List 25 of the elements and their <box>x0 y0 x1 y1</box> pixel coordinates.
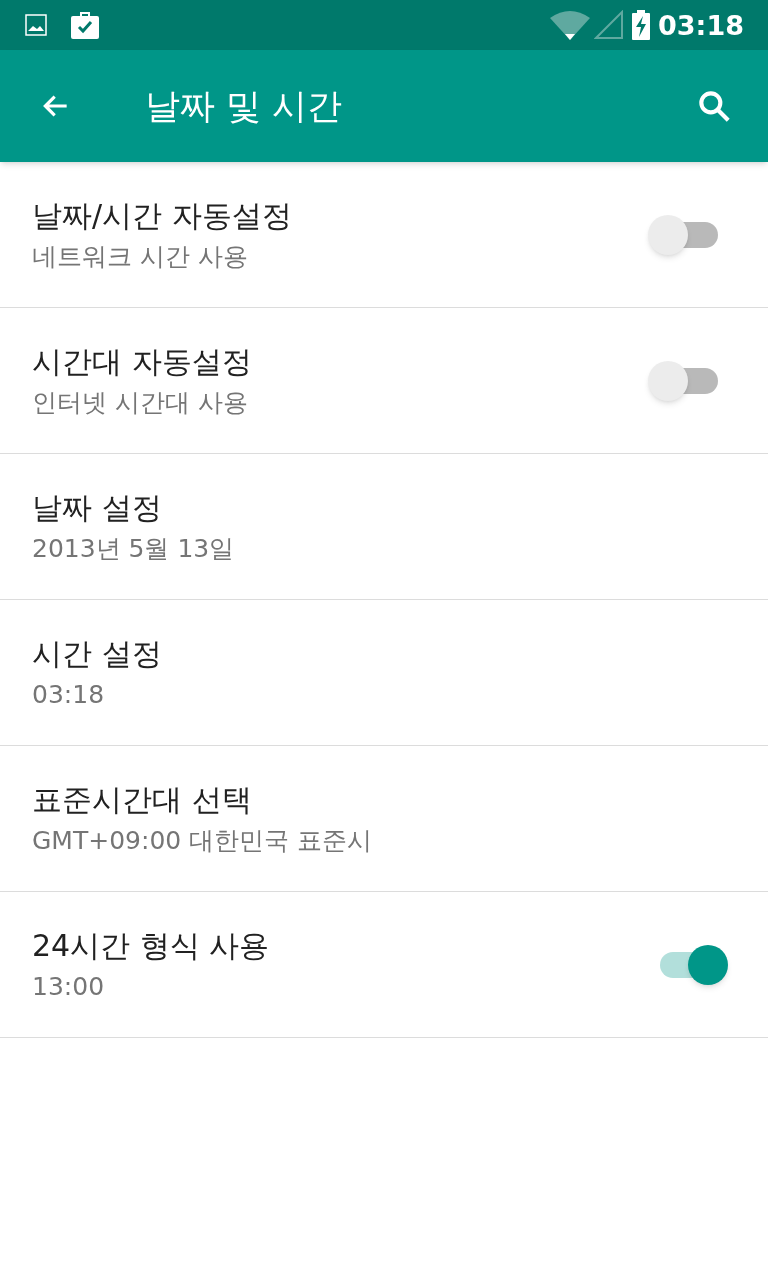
setting-summary: 2013년 5월 13일 <box>32 532 236 564</box>
settings-row[interactable]: 표준시간대 선택 GMT+09:00 대한민국 표준시 <box>0 746 768 892</box>
setting-title: 24시간 형식 사용 <box>32 927 271 965</box>
settings-row[interactable]: 시간대 자동설정 인터넷 시간대 사용 <box>0 308 768 454</box>
settings-row[interactable]: 날짜 설정 2013년 5월 13일 <box>0 454 768 600</box>
setting-title: 시간 설정 <box>32 635 163 673</box>
setting-summary: GMT+09:00 대한민국 표준시 <box>32 824 374 856</box>
setting-title: 표준시간대 선택 <box>32 781 253 819</box>
setting-title: 날짜 설정 <box>32 489 163 527</box>
settings-row[interactable]: 날짜/시간 자동설정 네트워크 시간 사용 <box>0 162 768 308</box>
gallery-icon <box>24 13 48 37</box>
app-bar-title: 날짜 및 시간 <box>145 84 344 128</box>
shopping-bag-icon <box>70 10 100 40</box>
battery-charging-icon <box>632 10 651 40</box>
settings-row[interactable]: 24시간 형식 사용 13:00 <box>0 892 768 1038</box>
setting-title: 시간대 자동설정 <box>32 343 253 381</box>
signal-icon <box>594 10 625 40</box>
status-time: 03:18 <box>658 11 744 39</box>
setting-summary: 네트워크 시간 사용 <box>32 240 249 272</box>
setting-title: 날짜/시간 자동설정 <box>32 197 293 235</box>
settings-row[interactable]: 시간 설정 03:18 <box>0 600 768 746</box>
wifi-icon <box>550 10 591 40</box>
setting-summary: 03:18 <box>32 678 106 710</box>
setting-summary: 13:00 <box>32 970 106 1002</box>
setting-summary: 인터넷 시간대 사용 <box>32 386 249 418</box>
